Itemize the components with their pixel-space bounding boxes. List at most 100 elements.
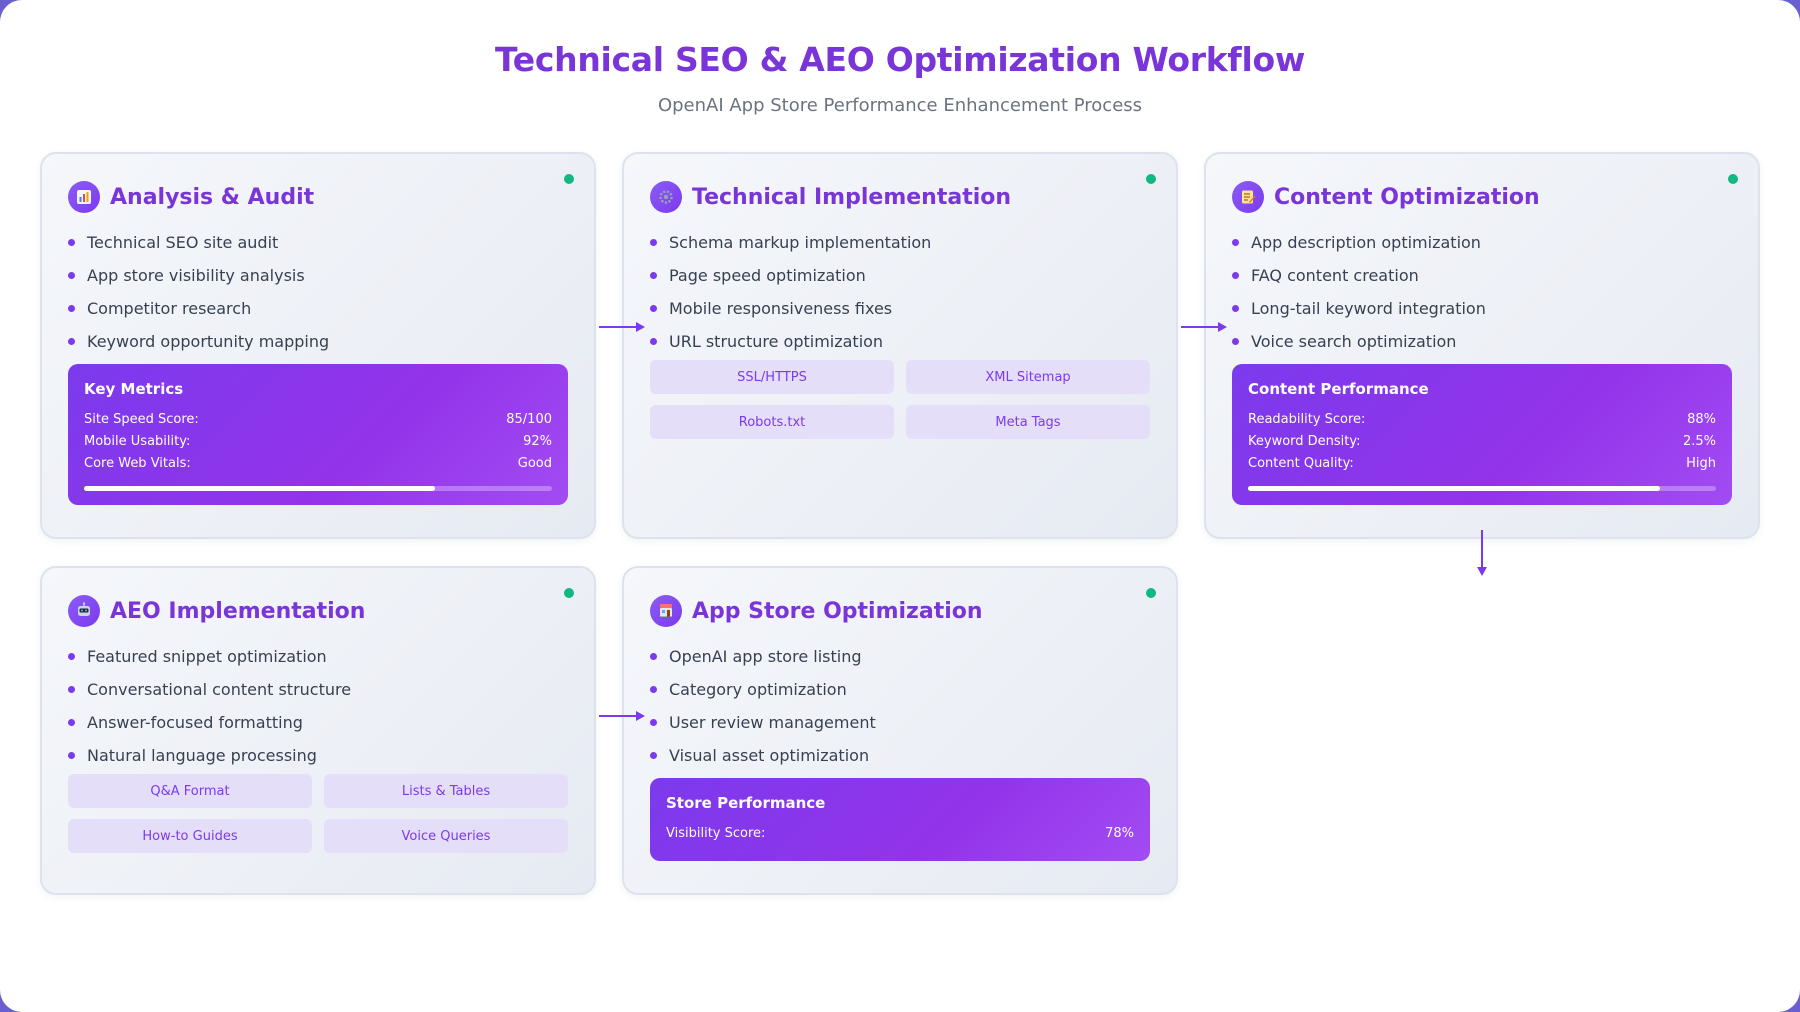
tag-qa-format[interactable]: Q&A Format bbox=[68, 774, 312, 808]
task-list: App description optimization FAQ content… bbox=[1232, 226, 1486, 358]
status-indicator bbox=[564, 588, 574, 598]
arrow-right-icon bbox=[1181, 322, 1227, 332]
list-item: Featured snippet optimization bbox=[68, 640, 351, 673]
metric-value: 92% bbox=[523, 433, 552, 449]
metric-value: Good bbox=[517, 455, 552, 471]
status-indicator bbox=[1146, 174, 1156, 184]
task-list: Technical SEO site audit App store visib… bbox=[68, 226, 329, 358]
list-item-label: Keyword opportunity mapping bbox=[87, 332, 330, 351]
tag-robots-txt[interactable]: Robots.txt bbox=[650, 405, 894, 439]
metric-row: Content Quality: High bbox=[1248, 452, 1716, 474]
list-item-label: Category optimization bbox=[669, 680, 847, 699]
panel-title: Store Performance bbox=[666, 794, 826, 812]
list-item: Answer-focused formatting bbox=[68, 706, 351, 739]
task-list: Schema markup implementation Page speed … bbox=[650, 226, 931, 358]
list-item-label: Technical SEO site audit bbox=[87, 233, 279, 252]
bar-chart-icon bbox=[68, 181, 100, 213]
metric-value: 2.5% bbox=[1682, 433, 1716, 449]
task-list: OpenAI app store listing Category optimi… bbox=[650, 640, 876, 772]
tag-meta-tags[interactable]: Meta Tags bbox=[906, 405, 1150, 439]
tag-grid: Q&A Format Lists & Tables How-to Guides … bbox=[68, 774, 568, 853]
list-item: App description optimization bbox=[1232, 226, 1486, 259]
list-item-label: Visual asset optimization bbox=[669, 746, 870, 765]
list-item-label: Mobile responsiveness fixes bbox=[669, 299, 893, 318]
metric-value: 88% bbox=[1687, 411, 1716, 427]
panel-title: Key Metrics bbox=[84, 380, 184, 398]
progress-fill bbox=[84, 486, 435, 491]
list-item: Page speed optimization bbox=[650, 259, 931, 292]
card-header: AEO Implementation bbox=[68, 594, 365, 628]
metric-row: Core Web Vitals: Good bbox=[84, 452, 552, 474]
bullet-icon bbox=[650, 272, 657, 279]
list-item: Category optimization bbox=[650, 673, 876, 706]
list-item: User review management bbox=[650, 706, 876, 739]
list-item: Keyword opportunity mapping bbox=[68, 325, 329, 358]
arrow-right-icon bbox=[599, 322, 645, 332]
list-item: FAQ content creation bbox=[1232, 259, 1486, 292]
task-list: Featured snippet optimization Conversati… bbox=[68, 640, 351, 772]
gear-icon bbox=[650, 181, 682, 213]
card-content-optimization: Content Optimization App description opt… bbox=[1204, 152, 1760, 539]
list-item: Voice search optimization bbox=[1232, 325, 1486, 358]
list-item: URL structure optimization bbox=[650, 325, 931, 358]
bullet-icon bbox=[650, 239, 657, 246]
list-item: Natural language processing bbox=[68, 739, 351, 772]
bullet-icon bbox=[1232, 338, 1239, 345]
metric-value: 85/100 bbox=[506, 411, 552, 427]
panel-title: Content Performance bbox=[1248, 380, 1429, 398]
tag-ssl-https[interactable]: SSL/HTTPS bbox=[650, 360, 894, 394]
tag-xml-sitemap[interactable]: XML Sitemap bbox=[906, 360, 1150, 394]
metric-row: Keyword Density: 2.5% bbox=[1248, 430, 1716, 452]
metric-label: Visibility Score: bbox=[666, 825, 766, 841]
list-item-label: Long-tail keyword integration bbox=[1251, 299, 1486, 318]
arrow-down-icon bbox=[1477, 530, 1487, 576]
metric-row: Visibility Score: 78% bbox=[666, 822, 1134, 844]
list-item: Visual asset optimization bbox=[650, 739, 876, 772]
metric-row: Mobile Usability: 92% bbox=[84, 430, 552, 452]
bullet-icon bbox=[1232, 305, 1239, 312]
card-title: AEO Implementation bbox=[110, 598, 366, 624]
list-item: Conversational content structure bbox=[68, 673, 351, 706]
metric-label: Core Web Vitals: bbox=[84, 455, 191, 471]
progress-bar bbox=[84, 486, 552, 491]
card-header: Content Optimization bbox=[1232, 180, 1540, 214]
list-item: Technical SEO site audit bbox=[68, 226, 329, 259]
card-app-store-optimization: App Store Optimization OpenAI app store … bbox=[622, 566, 1178, 895]
bullet-icon bbox=[68, 239, 75, 246]
card-title: Technical Implementation bbox=[692, 184, 1012, 210]
card-technical-implementation: Technical Implementation Schema markup i… bbox=[622, 152, 1178, 539]
card-title: App Store Optimization bbox=[692, 598, 983, 624]
card-header: Analysis & Audit bbox=[68, 180, 314, 214]
metric-label: Mobile Usability: bbox=[84, 433, 191, 449]
memo-icon bbox=[1232, 181, 1264, 213]
list-item-label: Conversational content structure bbox=[87, 680, 352, 699]
list-item: Competitor research bbox=[68, 292, 329, 325]
page-subtitle: OpenAI App Store Performance Enhancement… bbox=[657, 95, 1143, 116]
metric-label: Keyword Density: bbox=[1248, 433, 1361, 449]
progress-fill bbox=[1248, 486, 1660, 491]
status-indicator bbox=[564, 174, 574, 184]
list-item-label: Competitor research bbox=[87, 299, 252, 318]
bullet-icon bbox=[68, 272, 75, 279]
card-title: Analysis & Audit bbox=[110, 184, 315, 210]
list-item-label: App description optimization bbox=[1251, 233, 1481, 252]
bullet-icon bbox=[68, 686, 75, 693]
list-item-label: Answer-focused formatting bbox=[87, 713, 303, 732]
arrow-right-icon bbox=[599, 711, 645, 721]
bullet-icon bbox=[650, 686, 657, 693]
tag-lists-tables[interactable]: Lists & Tables bbox=[324, 774, 568, 808]
metric-label: Content Quality: bbox=[1248, 455, 1354, 471]
list-item-label: Natural language processing bbox=[87, 746, 317, 765]
bullet-icon bbox=[650, 719, 657, 726]
metric-value: High bbox=[1686, 455, 1716, 471]
content-performance-panel: Content Performance Readability Score: 88… bbox=[1232, 364, 1732, 505]
tag-how-to-guides[interactable]: How-to Guides bbox=[68, 819, 312, 853]
metric-row: Readability Score: 88% bbox=[1248, 408, 1716, 430]
bullet-icon bbox=[68, 752, 75, 759]
list-item-label: Voice search optimization bbox=[1251, 332, 1457, 351]
card-header: App Store Optimization bbox=[650, 594, 983, 628]
bullet-icon bbox=[650, 305, 657, 312]
tag-voice-queries[interactable]: Voice Queries bbox=[324, 819, 568, 853]
bullet-icon bbox=[650, 338, 657, 345]
list-item: App store visibility analysis bbox=[68, 259, 329, 292]
